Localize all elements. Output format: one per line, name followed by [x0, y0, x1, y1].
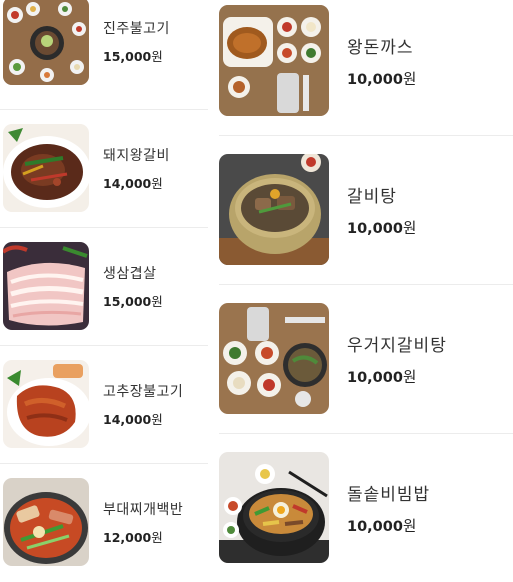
menu-item-photo[interactable]	[3, 360, 89, 448]
menu-item-info: 고추장불고기 14,000원	[103, 381, 183, 428]
menu-item-name: 부대찌개백반	[103, 501, 184, 518]
menu-item-name: 갈비탕	[347, 186, 397, 207]
menu-item-name: 생삼겹살	[103, 265, 157, 282]
menu-item-name: 고추장불고기	[103, 383, 184, 400]
menu-item-price: 14,000원	[103, 411, 163, 427]
menu-item-info: 우거지갈비탕 10,000원	[347, 331, 447, 387]
braised-pork-ribs-photo	[3, 124, 89, 212]
menu-item-photo[interactable]	[3, 242, 89, 330]
menu-item-price: 15,000원	[103, 48, 163, 64]
menu-item-photo[interactable]	[3, 124, 89, 212]
menu-item[interactable]: 생삼겹살 15,000원	[0, 227, 210, 345]
pork-cutlet-set-photo	[219, 5, 329, 116]
menu-item-price: 14,000원	[103, 175, 163, 191]
menu-item-info: 진주불고기 15,000원	[103, 18, 170, 65]
menu-item-photo[interactable]	[219, 452, 329, 563]
menu-item-info: 갈비탕 10,000원	[347, 182, 416, 238]
menu-item[interactable]: 돼지왕갈비 14,000원	[0, 109, 210, 227]
menu-item[interactable]: 부대찌개백반 12,000원	[0, 463, 210, 581]
menu-item[interactable]: 우거지갈비탕 10,000원	[216, 284, 513, 433]
menu-item-name: 왕돈까스	[347, 37, 414, 58]
menu-item-price: 10,000원	[347, 71, 417, 88]
menu-item-price: 10,000원	[347, 518, 417, 535]
menu-item-photo[interactable]	[3, 478, 89, 566]
budae-jjigae-photo	[3, 478, 89, 566]
menu-item-info: 돌솥비빔밥 10,000원	[347, 480, 430, 536]
menu-item-photo[interactable]	[219, 154, 329, 265]
menu-item-name: 우거지갈비탕	[347, 335, 447, 356]
spicy-pork-bulgogi-photo	[3, 360, 89, 448]
raw-pork-belly-photo	[3, 242, 89, 330]
menu-item[interactable]: 고추장불고기 14,000원	[0, 345, 210, 463]
menu-item-name: 진주불고기	[103, 20, 170, 37]
menu-item-name: 돼지왕갈비	[103, 147, 170, 164]
dolsot-bibimbap-photo	[219, 452, 329, 563]
menu-item-price: 12,000원	[103, 529, 163, 545]
menu-item-name: 돌솥비빔밥	[347, 484, 431, 505]
menu-item-price: 10,000원	[347, 369, 417, 386]
ugeoji-galbitang-set-photo	[219, 303, 329, 414]
menu-item-price: 10,000원	[347, 220, 417, 237]
menu-item-photo[interactable]	[219, 5, 329, 116]
menu-item-info: 왕돈까스 10,000원	[347, 33, 416, 89]
menu-item-info: 돼지왕갈비 14,000원	[103, 145, 170, 192]
menu-item-info: 부대찌개백반 12,000원	[103, 499, 183, 546]
menu-item[interactable]: 갈비탕 10,000원	[216, 135, 513, 284]
menu-item[interactable]: 왕돈까스 10,000원	[216, 0, 513, 135]
menu-item-photo[interactable]	[219, 303, 329, 414]
menu-item[interactable]: 돌솥비빔밥 10,000원	[216, 433, 513, 582]
bulgogi-table-photo	[3, 0, 89, 85]
menu-item-info: 생삼겹살 15,000원	[103, 263, 163, 310]
menu-item-price: 15,000원	[103, 293, 163, 309]
galbitang-bowl-photo	[219, 154, 329, 265]
menu-item[interactable]: 진주불고기 15,000원	[0, 0, 210, 100]
menu-item-photo[interactable]	[3, 0, 89, 85]
